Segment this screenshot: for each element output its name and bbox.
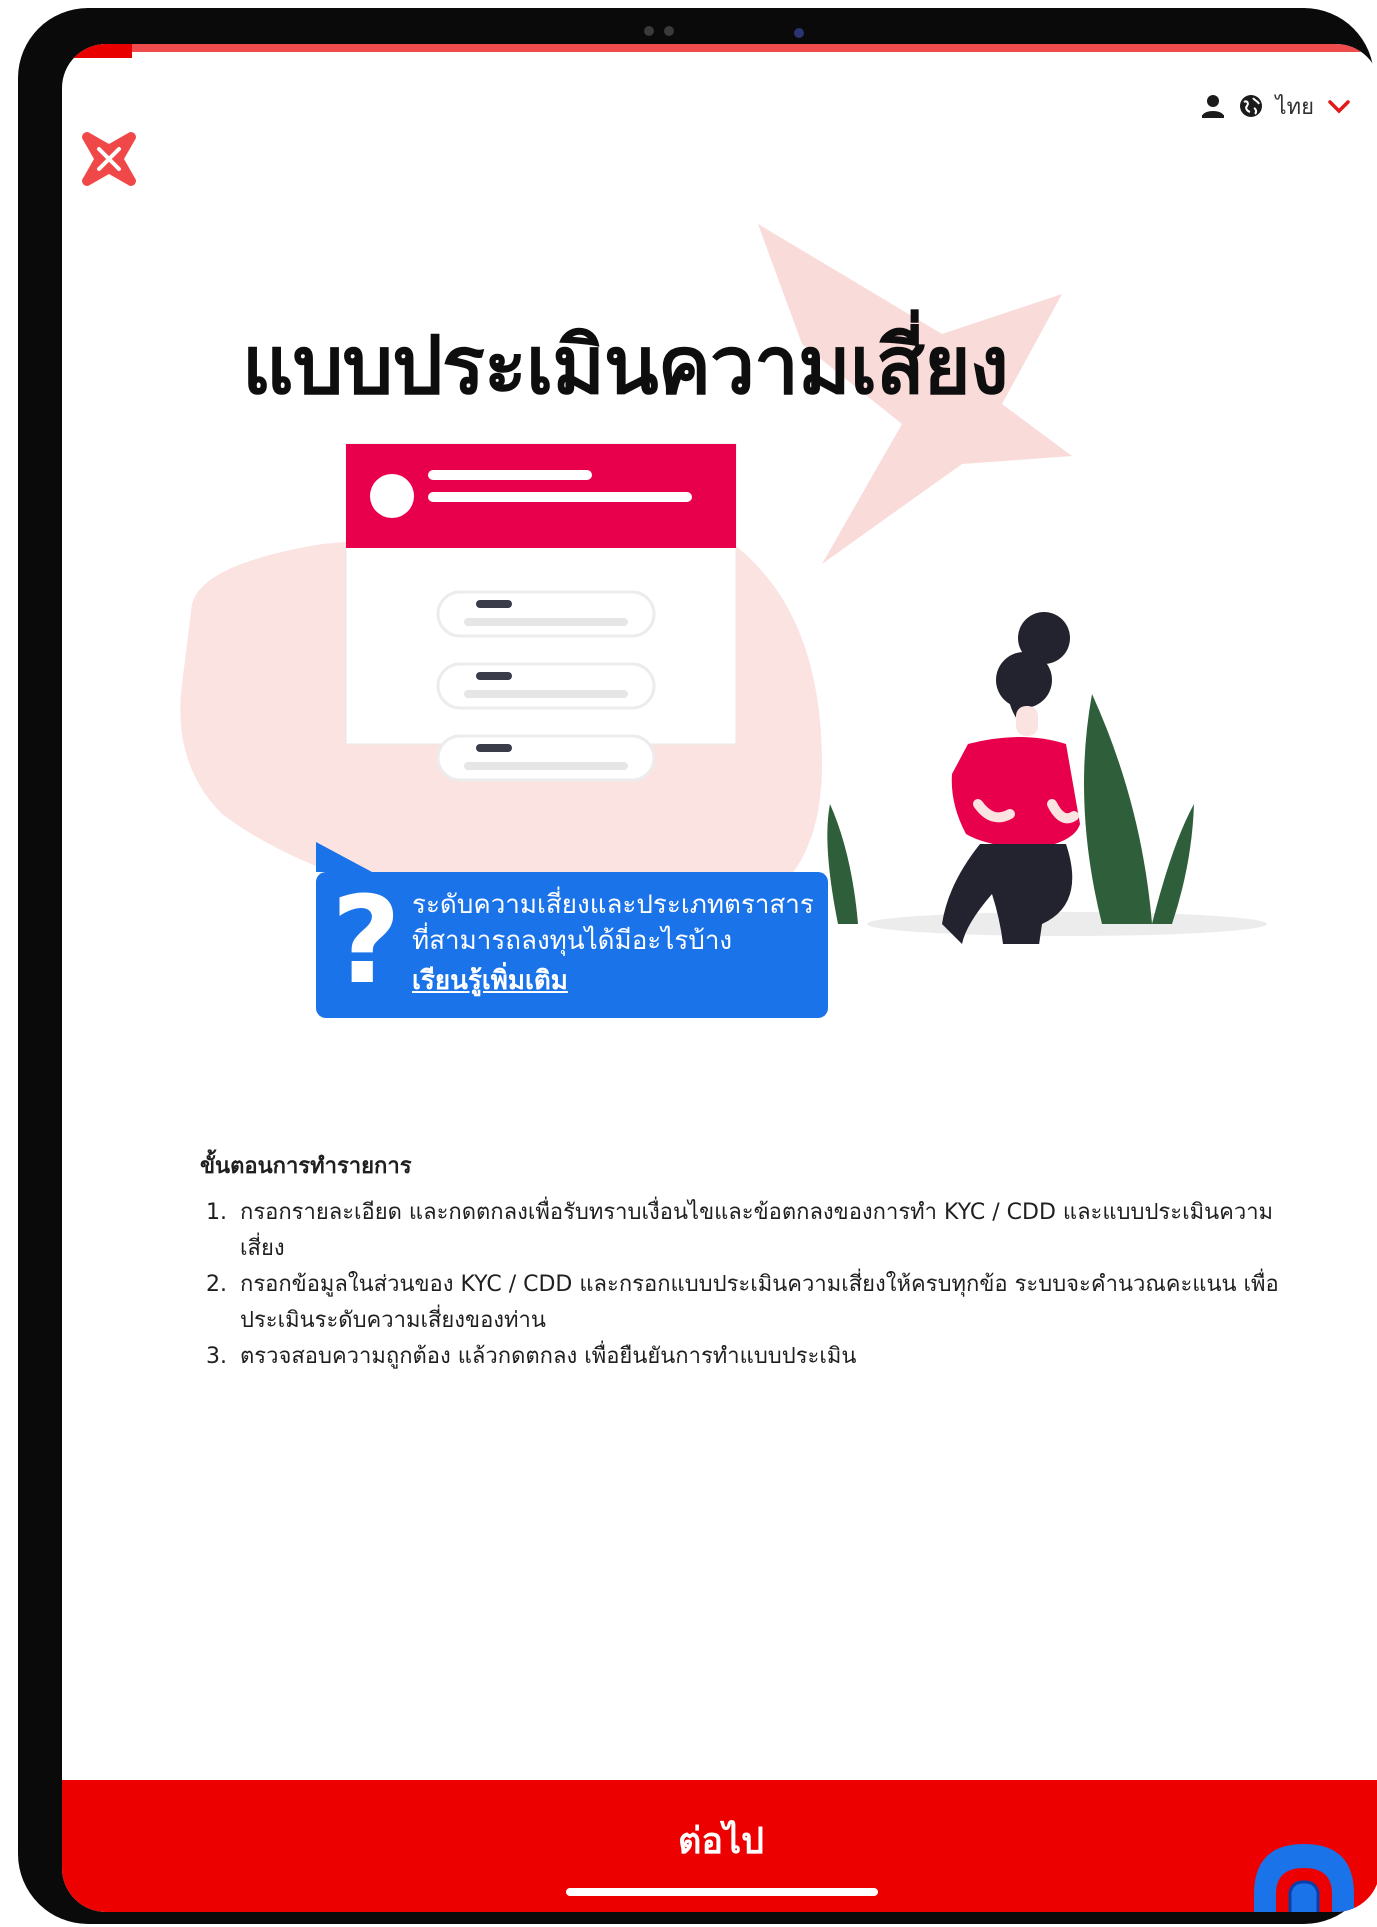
learn-more-link[interactable]: เรียนรู้เพิ่มเติม	[412, 960, 568, 1001]
form-card	[345, 443, 737, 782]
step-item: กรอกรายละเอียด และกดตกลงเพื่อรับทราบเงื่…	[234, 1195, 1300, 1267]
question-mark-icon: ?	[331, 872, 401, 1011]
next-button-label: ต่อไป	[678, 1820, 764, 1862]
speech-bubble-tail	[316, 842, 372, 872]
plant-right	[1084, 694, 1152, 924]
device-frame: ไทย แบบประเมินความเสี่ยง ? ระดับความเสี่…	[18, 8, 1377, 1924]
sensor-dots	[644, 26, 674, 36]
plant-left	[827, 804, 858, 924]
info-line-2: ที่สามารถลงทุนได้มีอะไรบ้าง	[412, 926, 733, 956]
steps-list: กรอกรายละเอียด และกดตกลงเพื่อรับทราบเงื่…	[200, 1195, 1300, 1375]
steps-title: ขั้นตอนการทำรายการ	[200, 1154, 412, 1179]
person-illustration	[942, 612, 1080, 944]
step-item: กรอกข้อมูลในส่วนของ KYC / CDD และกรอกแบบ…	[234, 1267, 1300, 1339]
ground-shadow	[867, 912, 1267, 936]
hero-illustration	[180, 224, 1267, 944]
camera-lens	[794, 28, 804, 38]
page-title: แบบประเมินความเสี่ยง	[242, 319, 1009, 412]
steps-section: ขั้นตอนการทำรายการ กรอกรายละเอียด และกดต…	[200, 1148, 1300, 1375]
info-line-1: ระดับความเสี่ยงและประเภทตราสาร	[412, 890, 814, 920]
step-item: ตรวจสอบความถูกต้อง แล้วกดตกลง เพื่อยืนยั…	[234, 1339, 1300, 1375]
app-screen: ไทย แบบประเมินความเสี่ยง ? ระดับความเสี่…	[62, 44, 1377, 1912]
risk-info-card[interactable]: ? ระดับความเสี่ยงและประเภทตราสาร ที่สามา…	[316, 842, 828, 1018]
help-chat-icon[interactable]	[1244, 1834, 1364, 1912]
home-indicator	[566, 1888, 878, 1896]
